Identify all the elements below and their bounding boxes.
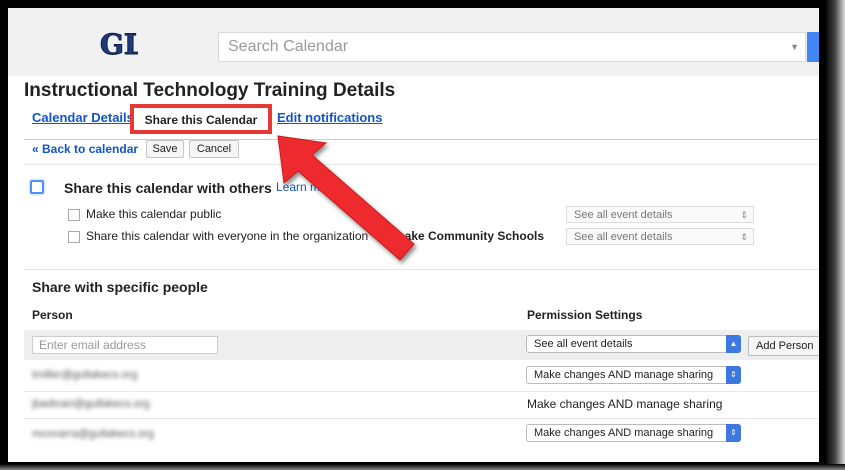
frame-shadow-right	[825, 0, 845, 470]
red-arrow-icon	[277, 135, 415, 261]
calendar-settings-screen: GL Search Calendar ▼ Instructional Techn…	[8, 8, 819, 462]
frame-shadow-bottom	[0, 464, 845, 470]
